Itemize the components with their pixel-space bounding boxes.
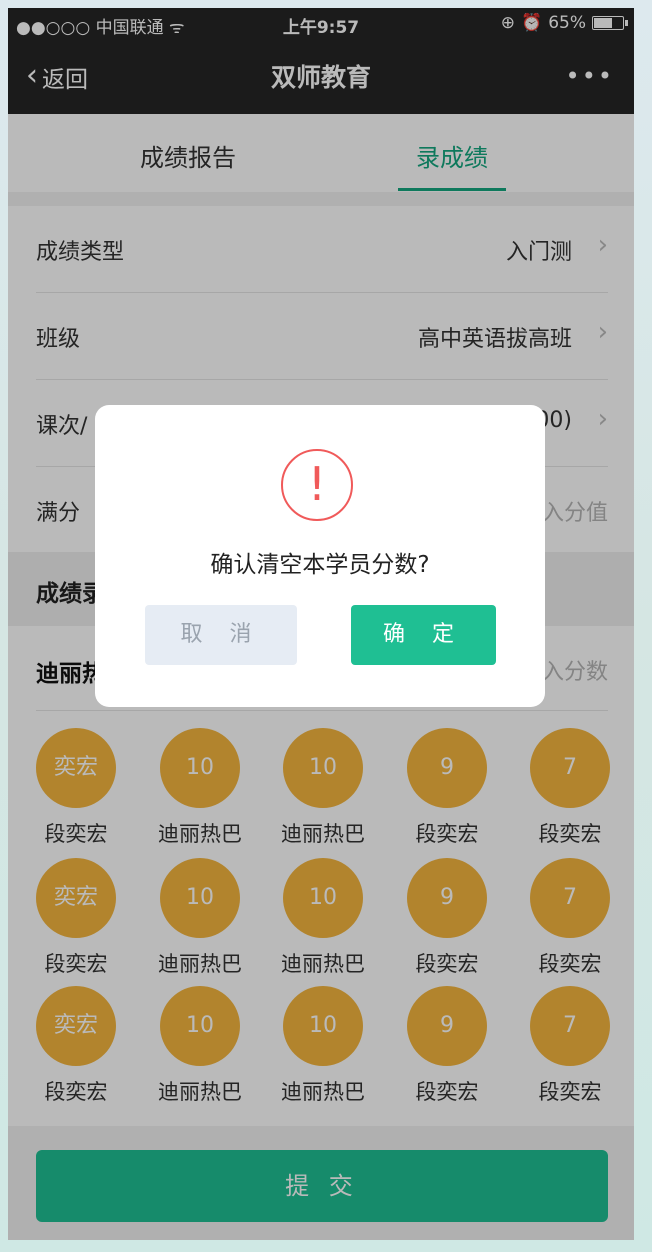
warning-icon: ! [281, 449, 353, 521]
dialog-message: 确认清空本学员分数? [210, 552, 430, 578]
confirm-dialog: ! 确认清空本学员分数? 取 消 确 定 [95, 405, 545, 707]
cancel-button[interactable]: 取 消 [145, 605, 297, 665]
confirm-button[interactable]: 确 定 [351, 605, 496, 665]
